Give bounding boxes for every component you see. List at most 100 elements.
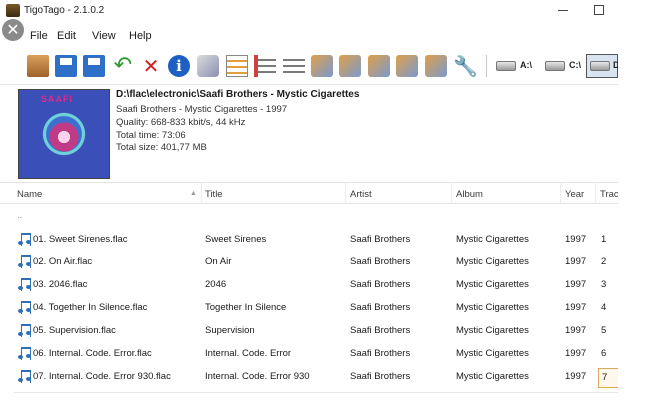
cell-artist: Saafi Brothers — [350, 279, 411, 290]
cell-album: Mystic Cigarettes — [456, 325, 529, 336]
cell-name: 05. Supervision.flac — [33, 325, 116, 336]
drive-icon — [590, 61, 610, 71]
table-row[interactable]: 03. 2046.flac 2046 Saafi Brothers Mystic… — [0, 274, 618, 296]
info-icon[interactable]: i — [168, 55, 190, 77]
numbered-list-icon[interactable] — [254, 55, 276, 77]
quality-line: Quality: 668-833 kbit/s, 44 kHz — [116, 117, 246, 128]
total-time-line: Total time: 73:06 — [116, 130, 186, 141]
tag-icon[interactable] — [396, 55, 418, 77]
cell-album: Mystic Cigarettes — [456, 234, 529, 245]
column-track[interactable]: Track — [600, 189, 618, 200]
cell-year: 1997 — [565, 256, 587, 267]
cell-track: 4 — [601, 302, 607, 313]
menu-edit[interactable]: Edit — [57, 30, 76, 42]
cell-year: 1997 — [565, 348, 587, 359]
cell-year: 1997 — [565, 302, 587, 313]
cell-track: 2 — [601, 256, 607, 267]
cell-title: Internal. Code. Error — [205, 348, 292, 359]
title-bar: TigoTago - 2.1.0.2 — [0, 0, 618, 22]
settings-wrench-icon[interactable]: 🔧 — [453, 55, 478, 77]
cell-track: 6 — [601, 348, 607, 359]
track-edit-cell[interactable]: 7 — [598, 368, 620, 388]
column-divider — [345, 182, 346, 204]
music-note-icon — [18, 254, 31, 268]
table-row[interactable]: 05. Supervision.flac Supervision Saafi B… — [0, 320, 618, 342]
cell-name: 02. On Air.flac — [33, 256, 93, 267]
column-name[interactable]: Name — [17, 189, 42, 200]
column-divider — [595, 182, 596, 204]
drive-icon — [496, 61, 516, 71]
save-all-icon[interactable] — [83, 55, 105, 77]
bullet-list-icon[interactable] — [283, 55, 305, 77]
toolbar: ↶ ✕ i 🔧 A:\ C:\ D — [0, 47, 620, 85]
column-title[interactable]: Title — [205, 189, 223, 200]
music-note-icon — [18, 300, 31, 314]
table-row[interactable]: 06. Internal. Code. Error.flac Internal.… — [0, 343, 618, 365]
cell-album: Mystic Cigarettes — [456, 256, 529, 267]
cell-name: 06. Internal. Code. Error.flac — [33, 348, 152, 359]
cell-title: Together In Silence — [205, 302, 287, 313]
cell-title: Sweet Sirenes — [205, 234, 267, 245]
cell-title: 2046 — [205, 279, 227, 290]
table-bottom-border — [14, 392, 618, 393]
cell-artist: Saafi Brothers — [350, 325, 411, 336]
column-album[interactable]: Album — [456, 189, 483, 200]
minimize-icon[interactable] — [558, 10, 568, 11]
menu-bar: File Edit View Help — [0, 27, 618, 45]
edit-tags-icon[interactable] — [197, 55, 219, 77]
column-divider — [560, 182, 561, 204]
cell-title: Supervision — [205, 325, 255, 336]
parent-folder-row[interactable]: .. — [0, 207, 618, 229]
cell-title: On Air — [205, 256, 232, 267]
folder-open-icon[interactable] — [27, 55, 49, 77]
drive-a-label: A:\ — [520, 60, 532, 70]
cell-name: 01. Sweet Sirenes.flac — [33, 234, 128, 245]
tag-icon[interactable] — [368, 55, 390, 77]
cell-album: Mystic Cigarettes — [456, 279, 529, 290]
cover-text: SAAFI — [41, 94, 73, 104]
table-row[interactable]: 07. Internal. Code. Error 930.flac Inter… — [0, 366, 620, 388]
cell-track: 7 — [602, 372, 608, 383]
toolbar-separator — [486, 55, 487, 77]
save-icon[interactable] — [55, 55, 77, 77]
drive-d-button[interactable]: D — [586, 54, 620, 78]
tag-icon[interactable] — [311, 55, 333, 77]
parent-folder-label: .. — [17, 210, 23, 221]
tag-icon[interactable] — [425, 55, 447, 77]
tag-icon[interactable] — [339, 55, 361, 77]
table-row[interactable]: 04. Together In Silence.flac Together In… — [0, 297, 618, 319]
window-title: TigoTago - 2.1.0.2 — [24, 5, 105, 16]
undo-icon[interactable]: ↶ — [112, 55, 134, 77]
column-year[interactable]: Year — [565, 189, 584, 200]
music-note-icon — [18, 232, 31, 246]
file-table-header: Name ▲ Title Artist Album Year Track — [0, 182, 618, 204]
menu-file[interactable]: File — [30, 30, 48, 42]
cell-name: 04. Together In Silence.flac — [33, 302, 148, 313]
drive-icon — [545, 61, 565, 71]
album-cover: SAAFI — [18, 89, 110, 179]
cell-track: 3 — [601, 279, 607, 290]
album-info-panel: SAAFI D:\flac\electronic\Saafi Brothers … — [0, 84, 618, 182]
table-row[interactable]: 02. On Air.flac On Air Saafi Brothers My… — [0, 251, 618, 273]
screen-margin — [618, 0, 650, 412]
maximize-icon[interactable] — [594, 5, 604, 15]
table-row[interactable]: 01. Sweet Sirenes.flac Sweet Sirenes Saa… — [0, 229, 618, 251]
cell-artist: Saafi Brothers — [350, 371, 411, 382]
drive-c-button[interactable]: C:\ — [545, 55, 585, 77]
cell-year: 1997 — [565, 279, 587, 290]
cell-name: 03. 2046.flac — [33, 279, 88, 290]
cell-year: 1997 — [565, 325, 587, 336]
cell-artist: Saafi Brothers — [350, 256, 411, 267]
cell-album: Mystic Cigarettes — [456, 302, 529, 313]
album-line: Saafi Brothers - Mystic Cigarettes - 199… — [116, 104, 288, 115]
column-artist[interactable]: Artist — [350, 189, 372, 200]
drive-c-label: C:\ — [569, 60, 581, 70]
cell-title: Internal. Code. Error 930 — [205, 371, 310, 382]
delete-icon[interactable]: ✕ — [140, 55, 162, 77]
sort-up-icon[interactable]: ▲ — [190, 190, 197, 197]
menu-view[interactable]: View — [92, 30, 116, 42]
drive-a-button[interactable]: A:\ — [496, 55, 538, 77]
total-size-line: Total size: 401,77 MB — [116, 142, 207, 153]
list-icon[interactable] — [226, 55, 248, 77]
menu-help[interactable]: Help — [129, 30, 152, 42]
